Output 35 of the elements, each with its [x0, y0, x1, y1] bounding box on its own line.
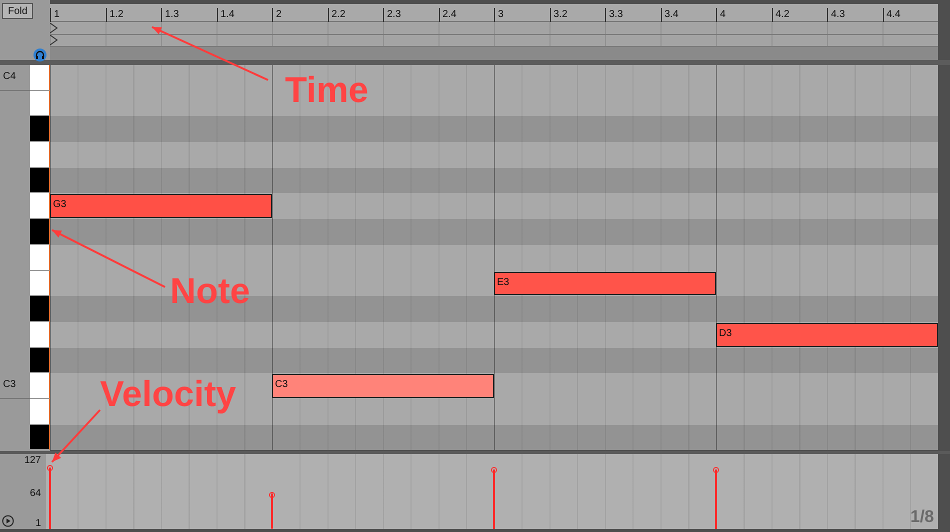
sharp-piano-key[interactable]	[30, 168, 50, 194]
sharp-piano-key[interactable]	[30, 424, 50, 450]
piano-key[interactable]	[30, 90, 50, 116]
piano-key[interactable]	[30, 398, 50, 425]
midi-note[interactable]: E3	[494, 272, 716, 296]
annotation-label: Note	[170, 273, 250, 309]
sharp-piano-key[interactable]	[30, 116, 50, 142]
key-label: C4	[3, 71, 16, 82]
velocity-scale-label: 127	[24, 455, 41, 466]
piano-key[interactable]	[30, 65, 50, 91]
piano-key[interactable]	[30, 373, 50, 399]
annotation-arrow	[50, 408, 102, 464]
grid-size-label: 1/8	[910, 507, 934, 527]
sharp-piano-key[interactable]	[30, 219, 50, 245]
velocity-scale-label: 64	[30, 488, 41, 499]
fold-button[interactable]: Fold	[2, 3, 34, 19]
key-label: C3	[3, 379, 16, 390]
piano-key[interactable]	[30, 244, 50, 270]
piano-key[interactable]	[30, 193, 50, 220]
midi-note[interactable]: G3	[50, 194, 272, 218]
play-icon[interactable]	[2, 515, 14, 527]
piano-key[interactable]	[30, 142, 50, 168]
piano-key[interactable]	[30, 270, 50, 296]
annotation-label: Velocity	[100, 376, 236, 412]
velocity-stem[interactable]	[712, 466, 720, 529]
sharp-piano-key[interactable]	[30, 296, 50, 322]
headphones-icon[interactable]	[33, 48, 47, 62]
velocity-scale-label: 1	[35, 518, 41, 529]
velocity-stem[interactable]	[268, 492, 276, 529]
annotation-label: Time	[285, 72, 368, 108]
midi-note[interactable]: C3	[272, 374, 494, 398]
velocity-stem[interactable]	[490, 466, 498, 529]
midi-note[interactable]: D3	[716, 322, 938, 347]
sharp-piano-key[interactable]	[30, 348, 50, 374]
piano-key[interactable]	[30, 322, 50, 348]
